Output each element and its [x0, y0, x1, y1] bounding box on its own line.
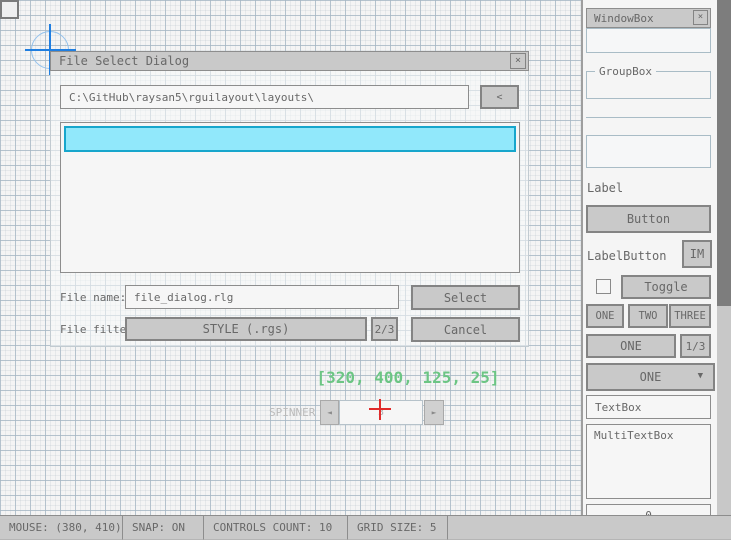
toggle-label: Toggle: [644, 280, 687, 294]
status-bar: MOUSE: (380, 410) SNAP: ON CONTROLS COUN…: [0, 515, 731, 540]
status-grid-size: GRID SIZE: 5: [348, 516, 448, 540]
file-filter-count-button[interactable]: 2/3: [371, 317, 398, 341]
palette-item-combobox[interactable]: ONE: [586, 334, 676, 358]
select-button-label: Select: [444, 291, 487, 305]
combobox-label: ONE: [620, 339, 642, 353]
file-filter-count: 2/3: [375, 323, 395, 336]
togglegroup-two-label: TWO: [639, 310, 658, 322]
palette-button-label: Button: [627, 212, 670, 226]
path-value: C:\GitHub\raysan5\rguilayout\layouts\: [69, 91, 314, 104]
status-empty: [448, 516, 731, 540]
palette-item-groupbox[interactable]: GroupBox: [586, 71, 711, 99]
cancel-button-label: Cancel: [444, 323, 487, 337]
togglegroup-three-label: THREE: [674, 310, 706, 322]
image-button-label: IM: [690, 247, 704, 261]
spinner-increment-button[interactable]: ►: [424, 400, 444, 425]
dialog-titlebar[interactable]: File Select Dialog: [50, 51, 529, 71]
palette-item-line[interactable]: [586, 117, 711, 118]
palette-item-panel[interactable]: [586, 135, 711, 168]
dropdown-label: ONE: [640, 370, 662, 384]
listview-selected-item[interactable]: [64, 126, 516, 152]
dialog-close-button[interactable]: ×: [510, 53, 526, 69]
palette-item-windowbox[interactable]: WindowBox ×: [586, 8, 711, 53]
combobox-count: 1/3: [686, 340, 706, 353]
arrow-right-icon: ►: [432, 408, 437, 417]
palette-item-textbox[interactable]: TextBox: [586, 395, 711, 419]
palette-item-multitextbox[interactable]: MultiTextBox: [586, 424, 711, 499]
spinner-label: SPINNER: [269, 400, 315, 425]
arrow-left-icon: ◄: [327, 408, 332, 417]
status-mouse: MOUSE: (380, 410): [0, 516, 123, 540]
palette-item-imagebutton[interactable]: IM: [682, 240, 712, 268]
chevron-down-icon: ▼: [698, 372, 703, 381]
palette-item-labelbutton[interactable]: LabelButton: [587, 249, 666, 263]
palette-groupbox-label: GroupBox: [595, 65, 656, 78]
palette-combobox-count-button[interactable]: 1/3: [680, 334, 711, 358]
spinner-decrement-button[interactable]: ◄: [320, 400, 339, 425]
dialog-title: File Select Dialog: [59, 54, 189, 68]
palette-item-checkbox[interactable]: [596, 279, 611, 294]
palette-scrollbar[interactable]: [717, 0, 731, 515]
file-filter-value: STYLE (.rgs): [203, 322, 290, 336]
file-name-textbox[interactable]: file_dialog.rlg: [125, 285, 399, 309]
selected-control-bounds: [320, 400, 125, 25]: [310, 368, 506, 388]
palette-item-togglegroup-three[interactable]: THREE: [669, 304, 711, 328]
multitextbox-text: MultiTextBox: [594, 429, 673, 442]
back-icon: <: [496, 92, 502, 103]
close-icon: ×: [515, 56, 521, 66]
origin-marker: [0, 0, 19, 19]
select-button[interactable]: Select: [411, 285, 520, 310]
textbox-text: TextBox: [595, 401, 641, 414]
file-listview[interactable]: [60, 122, 520, 273]
path-textbox[interactable]: C:\GitHub\raysan5\rguilayout\layouts\: [60, 85, 469, 109]
palette-item-togglegroup-two[interactable]: TWO: [628, 304, 668, 328]
palette-windowbox-title: WindowBox: [594, 12, 654, 25]
status-controls-count: CONTROLS COUNT: 10: [204, 516, 348, 540]
spinner-valuebox[interactable]: 3: [339, 400, 423, 425]
palette-windowbox-close-button: ×: [693, 10, 708, 25]
status-snap: SNAP: ON: [123, 516, 204, 540]
togglegroup-one-label: ONE: [596, 310, 615, 322]
scrollbar-thumb[interactable]: [717, 0, 731, 306]
path-back-button[interactable]: <: [480, 85, 519, 109]
palette-item-toggle[interactable]: Toggle: [621, 275, 711, 299]
controls-palette-sidebar: WindowBox × GroupBox Label Button LabelB…: [581, 0, 731, 515]
file-filter-combobox[interactable]: STYLE (.rgs): [125, 317, 367, 341]
palette-windowbox-body: [586, 28, 711, 53]
palette-item-togglegroup-one[interactable]: ONE: [586, 304, 624, 328]
layout-canvas[interactable]: File Select Dialog × C:\GitHub\raysan5\r…: [0, 0, 581, 515]
close-icon: ×: [698, 13, 703, 22]
mouse-crosshair-icon: [379, 399, 381, 420]
palette-item-label[interactable]: Label: [587, 181, 623, 195]
cancel-button[interactable]: Cancel: [411, 317, 520, 342]
palette-item-dropdownbox[interactable]: ONE ▼: [586, 363, 715, 391]
file-name-value: file_dialog.rlg: [134, 291, 233, 304]
palette-item-valuebox[interactable]: 0: [586, 504, 711, 515]
palette-item-button[interactable]: Button: [586, 205, 711, 233]
file-name-label: File name:: [60, 285, 126, 309]
